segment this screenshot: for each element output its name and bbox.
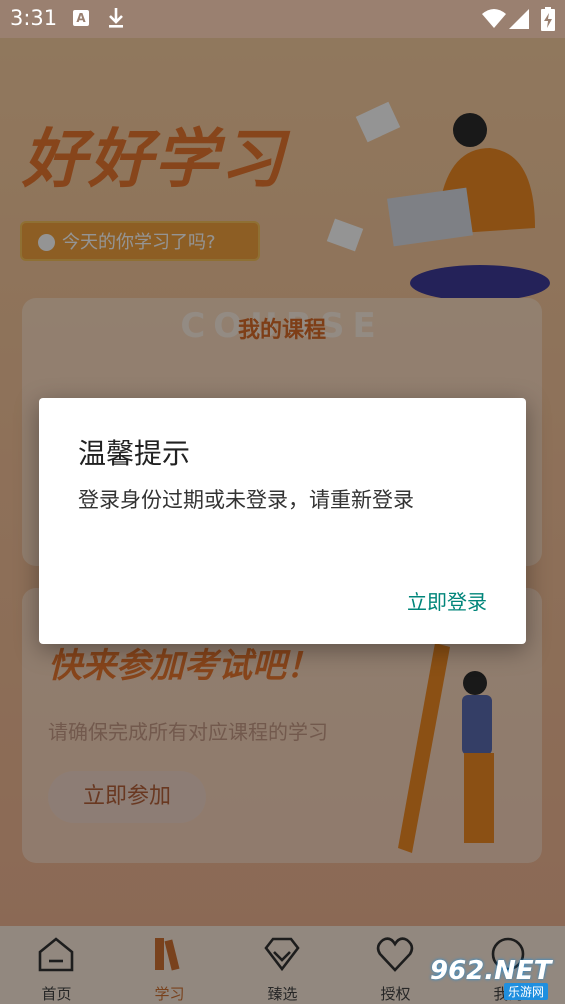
wifi-icon xyxy=(482,9,506,28)
battery-charging-icon xyxy=(541,7,555,31)
status-bar: 3:31 A xyxy=(0,0,565,38)
dialog-title: 温馨提示 xyxy=(78,437,191,470)
login-now-button[interactable]: 立即登录 xyxy=(407,586,487,615)
status-time: 3:31 xyxy=(10,6,58,30)
login-expired-dialog: 温馨提示 登录身份过期或未登录，请重新登录 立即登录 xyxy=(39,398,526,644)
watermark-sub: 乐游网 xyxy=(504,983,549,1000)
signal-icon xyxy=(509,9,529,29)
watermark-brand: 962.NET xyxy=(430,956,552,986)
dialog-message: 登录身份过期或未登录，请重新登录 xyxy=(78,488,414,512)
text-a-icon: A xyxy=(73,10,89,26)
site-watermark-logo: 962.NET 乐游网 xyxy=(422,950,562,1002)
download-icon xyxy=(109,8,123,28)
